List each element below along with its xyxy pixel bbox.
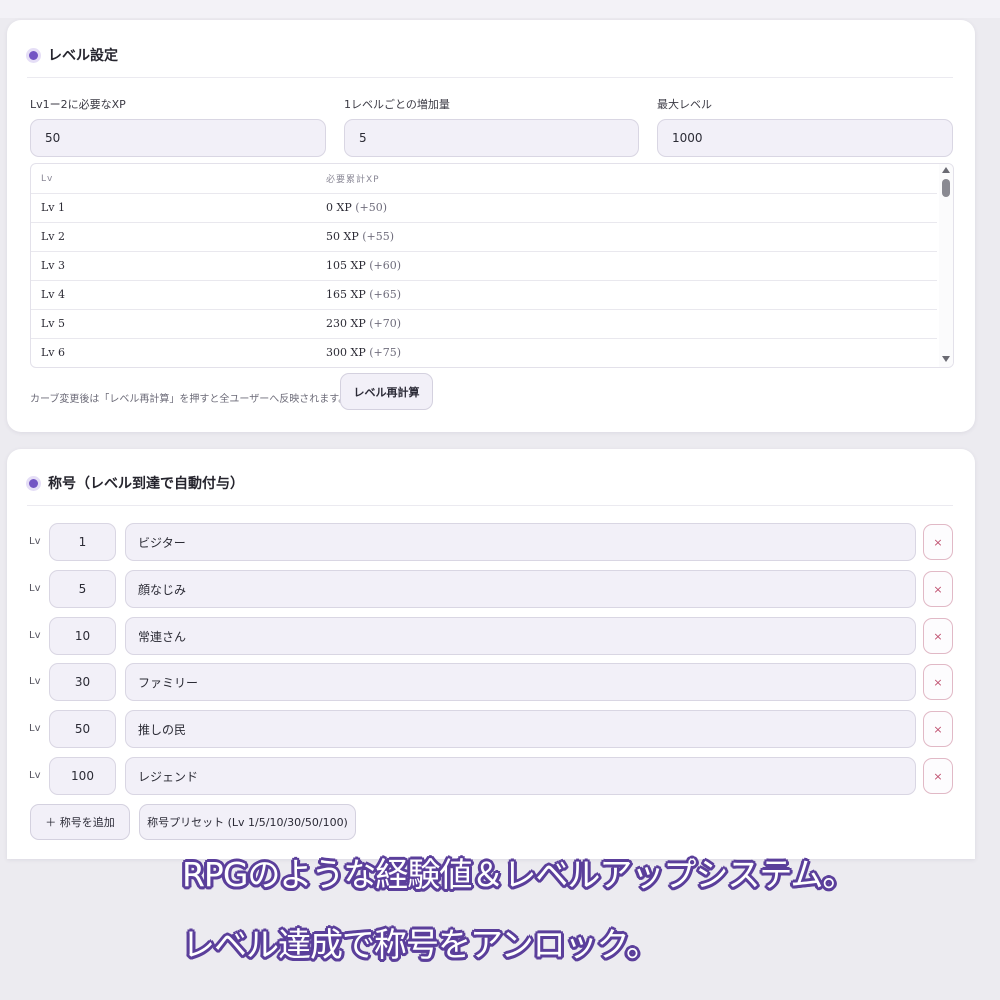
table-row: Lv 1 0 XP (+50): [31, 193, 937, 223]
row-level: Lv 5: [41, 317, 66, 330]
max-level-label: 最大レベル: [657, 98, 712, 111]
title-level-input[interactable]: [49, 757, 116, 795]
table-scrollbar[interactable]: [939, 164, 953, 367]
lv-prefix: Lv: [29, 676, 41, 687]
lv-prefix: Lv: [29, 583, 41, 594]
table-row: Lv 4 165 XP (+65): [31, 280, 937, 310]
section-dot-icon: [29, 478, 38, 488]
titles-card: 称号（レベル到達で自動付与） Lv × Lv × Lv × Lv × Lv × …: [7, 449, 975, 859]
row-xp: 300 XP (+75): [326, 346, 402, 359]
close-icon: ×: [933, 722, 943, 736]
row-level: Lv 3: [41, 259, 66, 272]
title-level-input[interactable]: [49, 570, 116, 608]
row-level: Lv 2: [41, 230, 66, 243]
row-xp: 0 XP (+50): [326, 201, 388, 214]
title-level-input[interactable]: [49, 523, 116, 561]
scroll-up-arrow-icon[interactable]: [942, 167, 950, 173]
row-increment: (+50): [355, 201, 388, 214]
title-preset-button[interactable]: 称号プリセット (Lv 1/5/10/30/50/100): [139, 804, 356, 840]
table-row: Lv 6 300 XP (+75): [31, 338, 937, 367]
row-xp: 105 XP (+60): [326, 259, 402, 272]
title-name-input[interactable]: [125, 617, 916, 655]
title-level-input[interactable]: [49, 617, 116, 655]
lv-prefix: Lv: [29, 630, 41, 641]
title-row: Lv ×: [29, 523, 959, 563]
xp-to-level2-label: Lv1ー2に必要なXP: [30, 98, 126, 111]
title-name-input[interactable]: [125, 663, 916, 701]
xp-increment-input[interactable]: [344, 119, 639, 157]
row-increment: (+55): [362, 230, 395, 243]
level-settings-header: レベル設定: [27, 33, 953, 78]
title-name-input[interactable]: [125, 757, 916, 795]
row-level: Lv 4: [41, 288, 66, 301]
close-icon: ×: [933, 582, 943, 596]
col-header-xp: 必要累計XP: [326, 175, 380, 185]
row-level: Lv 6: [41, 346, 66, 359]
row-xp: 165 XP (+65): [326, 288, 402, 301]
row-xp: 50 XP (+55): [326, 230, 395, 243]
table-row: Lv 2 50 XP (+55): [31, 222, 937, 252]
close-icon: ×: [933, 675, 943, 689]
delete-title-button[interactable]: ×: [923, 711, 953, 747]
lv-prefix: Lv: [29, 536, 41, 547]
row-xp: 230 XP (+70): [326, 317, 402, 330]
titles-section-title: 称号（レベル到達で自動付与）: [48, 476, 244, 492]
table-row: Lv 3 105 XP (+60): [31, 251, 937, 281]
lv-prefix: Lv: [29, 723, 41, 734]
xp-table-header: Lv 必要累計XP: [31, 164, 937, 194]
close-icon: ×: [933, 535, 943, 549]
title-row: Lv ×: [29, 617, 959, 657]
top-strip: [0, 0, 1000, 18]
title-level-input[interactable]: [49, 710, 116, 748]
delete-title-button[interactable]: ×: [923, 571, 953, 607]
level-settings-title: レベル設定: [48, 48, 118, 64]
scroll-thumb[interactable]: [942, 179, 950, 197]
level-settings-card: レベル設定 Lv1ー2に必要なXP 1レベルごとの増加量 最大レベル Lv 必要…: [7, 20, 975, 432]
row-level: Lv 1: [41, 201, 66, 214]
row-increment: (+65): [369, 288, 402, 301]
title-name-input[interactable]: [125, 710, 916, 748]
xp-increment-label: 1レベルごとの増加量: [344, 98, 450, 111]
title-name-input[interactable]: [125, 523, 916, 561]
recalc-button[interactable]: レベル再計算: [340, 373, 433, 410]
delete-title-button[interactable]: ×: [923, 758, 953, 794]
xp-to-level2-input[interactable]: [30, 119, 326, 157]
title-row: Lv ×: [29, 710, 959, 750]
caption-line-2: レベル達成で称号をアンロック。: [182, 925, 659, 964]
table-row: Lv 5 230 XP (+70): [31, 309, 937, 339]
xp-table: Lv 必要累計XP Lv 1 0 XP (+50) Lv 2 50 XP (+5…: [30, 163, 954, 368]
delete-title-button[interactable]: ×: [923, 664, 953, 700]
close-icon: ×: [933, 769, 943, 783]
section-dot-icon: [29, 50, 38, 60]
scroll-down-arrow-icon[interactable]: [942, 356, 950, 362]
add-title-button[interactable]: ＋ 称号を追加: [30, 804, 130, 840]
col-header-level: Lv: [41, 173, 54, 184]
title-row: Lv ×: [29, 663, 959, 703]
delete-title-button[interactable]: ×: [923, 524, 953, 560]
caption-line-1: RPGのような経験値＆レベルアップシステム。: [182, 855, 855, 894]
lv-prefix: Lv: [29, 770, 41, 781]
title-row: Lv ×: [29, 570, 959, 610]
recalc-note: カーブ変更後は「レベル再計算」を押すと全ユーザーへ反映されます。: [30, 394, 349, 405]
delete-title-button[interactable]: ×: [923, 618, 953, 654]
title-level-input[interactable]: [49, 663, 116, 701]
max-level-input[interactable]: [657, 119, 953, 157]
title-name-input[interactable]: [125, 570, 916, 608]
row-increment: (+60): [369, 259, 402, 272]
row-increment: (+75): [369, 346, 402, 359]
title-row: Lv ×: [29, 757, 959, 797]
close-icon: ×: [933, 629, 943, 643]
row-increment: (+70): [369, 317, 402, 330]
titles-header: 称号（レベル到達で自動付与）: [27, 461, 953, 506]
